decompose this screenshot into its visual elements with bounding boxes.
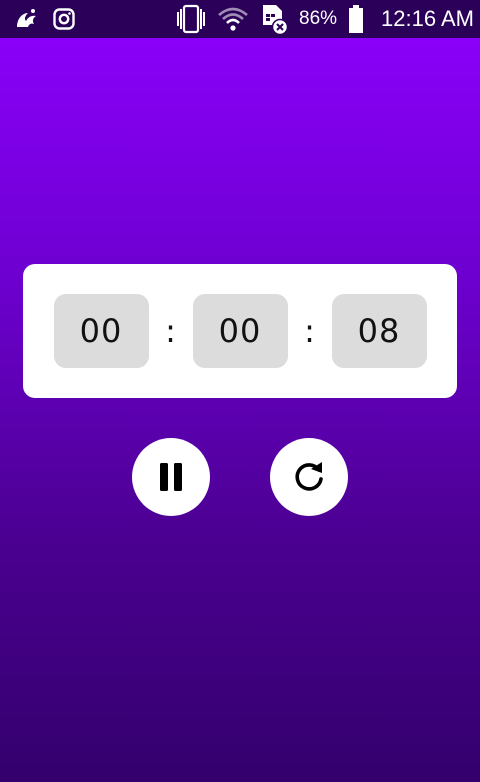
battery-percent: 86% (299, 8, 338, 29)
hours-display: 00 (53, 294, 149, 368)
pause-button[interactable] (132, 438, 210, 516)
refresh-icon (291, 459, 327, 495)
no-sim-icon (259, 3, 289, 35)
uc-browser-icon (14, 7, 40, 31)
seconds-display: 08 (331, 294, 427, 368)
time-separator: : (304, 312, 315, 350)
reset-button[interactable] (270, 438, 348, 516)
minutes-display: 00 (192, 294, 288, 368)
instagram-icon (52, 7, 76, 31)
time-separator: : (165, 312, 176, 350)
timer-screen: 86% 12:16 AM 00 : 00 : 08 (0, 0, 480, 782)
status-bar: 86% 12:16 AM (0, 0, 480, 38)
timer-card: 00 : 00 : 08 (23, 264, 457, 398)
clock-time: 12:16 AM (381, 6, 474, 31)
battery-icon (347, 4, 365, 34)
vibrate-icon (175, 4, 207, 34)
pause-icon (158, 462, 184, 492)
wifi-icon (217, 6, 249, 32)
